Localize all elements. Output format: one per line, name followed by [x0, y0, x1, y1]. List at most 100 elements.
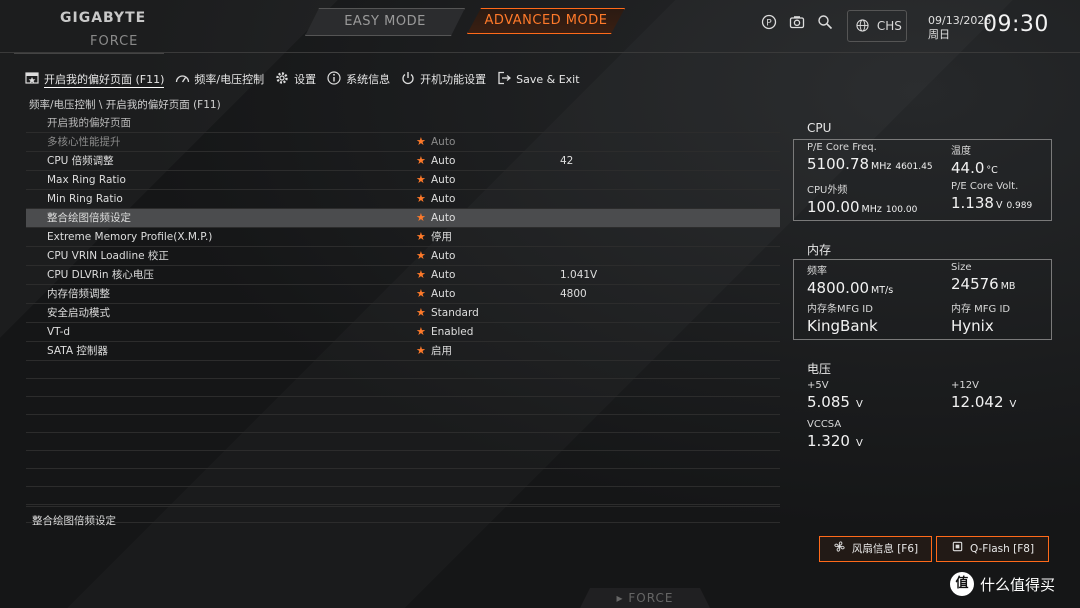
- speedometer-icon: [174, 72, 190, 87]
- fan-info-button[interactable]: 风扇信息 [F6]: [819, 536, 932, 562]
- cpu-panel: P/E Core Freq. 5100.78 MHz 4601.45 温度 44.0…: [793, 139, 1052, 221]
- setting-name: CPU DLVRin 核心电压: [47, 269, 154, 281]
- memory-size-field: Size 24576 MB: [951, 262, 1015, 293]
- setting-name: Max Ring Ratio: [47, 174, 126, 186]
- favorite-star-icon[interactable]: ★: [416, 133, 426, 151]
- memory-stick-mfg-label: 内存条MFG ID: [807, 304, 873, 315]
- setting-value: Auto: [431, 212, 456, 224]
- gigabyte-logo: GIGABYTE FORCE: [14, 4, 164, 54]
- tab-system-info[interactable]: 系统信息: [326, 70, 390, 88]
- setting-row-sata[interactable]: SATA 控制器 ★ 启用: [26, 342, 780, 361]
- weekday-text: 周日: [928, 28, 950, 41]
- tab-save-exit[interactable]: Save & Exit: [496, 70, 580, 88]
- favorite-star-icon[interactable]: ★: [416, 285, 426, 303]
- favorite-star-icon[interactable]: ★: [416, 247, 426, 265]
- setting-row-igpu-ratio[interactable]: 整合绘图倍频设定 ★ Auto: [26, 209, 780, 228]
- cpu-freq-value: 5100.78: [807, 155, 870, 173]
- help-icon[interactable]: P: [758, 14, 780, 36]
- favorite-star-icon[interactable]: ★: [416, 228, 426, 246]
- empty-row: [26, 379, 780, 397]
- voltage-5v-value: 5.085: [807, 393, 850, 411]
- help-text: 整合绘图倍频设定: [32, 515, 116, 527]
- help-divider: [26, 506, 780, 507]
- tab-settings[interactable]: 设置: [274, 70, 316, 88]
- exit-icon: [496, 71, 512, 88]
- memory-chip-mfg-field: 内存 MFG ID Hynix: [951, 300, 1010, 335]
- clock: 09:30: [983, 12, 1049, 37]
- memory-size-label: Size: [951, 262, 972, 273]
- qflash-button[interactable]: Q-Flash [F8]: [936, 536, 1049, 562]
- easy-mode-button[interactable]: EASY MODE: [305, 8, 465, 36]
- mode-switch: EASY MODE ADVANCED MODE: [305, 8, 637, 36]
- search-icon[interactable]: [814, 14, 836, 36]
- tab-freq-voltage-label: 频率/电压控制: [194, 73, 265, 86]
- memory-size-unit: MB: [1000, 281, 1016, 292]
- language-selector[interactable]: CHS: [847, 10, 907, 42]
- memory-freq-field: 频率 4800.00 MT/s: [807, 262, 893, 297]
- main-nav: 开启我的偏好页面 (F11) 频率/电压控制 设置 系统信息 开机功能设置 Sa…: [24, 70, 590, 88]
- cpu-freq-field: P/E Core Freq. 5100.78 MHz 4601.45: [807, 142, 933, 173]
- setting-row-secure-boot[interactable]: 安全启动模式 ★ Standard: [26, 304, 780, 323]
- setting-row-min-ring[interactable]: Min Ring Ratio ★ Auto: [26, 190, 780, 209]
- cpu-volt-unit: V: [995, 200, 1003, 211]
- empty-row: [26, 361, 780, 379]
- tab-boot-label: 开机功能设置: [420, 73, 487, 86]
- cpu-bclk-secondary: 100.00: [885, 205, 918, 215]
- tab-system-info-label: 系统信息: [346, 73, 391, 86]
- gear-icon: [274, 71, 290, 88]
- favorite-star-icon[interactable]: ★: [416, 152, 426, 170]
- cpu-volt-field: P/E Core Volt. 1.138 V 0.989: [951, 181, 1032, 212]
- voltage-12v-label: +12V: [951, 380, 979, 391]
- watermark-badge: 值: [950, 572, 974, 596]
- cpu-freq-unit: MHz: [871, 161, 892, 172]
- camera-icon[interactable]: [786, 14, 808, 36]
- footer-brand-arrow: ▸: [616, 591, 629, 605]
- setting-row-vtd[interactable]: VT-d ★ Enabled: [26, 323, 780, 342]
- setting-name: 安全启动模式: [47, 307, 110, 319]
- voltage-vccsa-label: VCCSA: [807, 419, 842, 430]
- setting-row-multicore[interactable]: 多核心性能提升 ★ Auto: [26, 133, 780, 152]
- empty-row: [26, 469, 780, 487]
- voltage-vccsa-value: 1.320: [807, 432, 850, 450]
- setting-name: CPU VRIN Loadline 校正: [47, 250, 169, 262]
- setting-row-vrin-loadline[interactable]: CPU VRIN Loadline 校正 ★ Auto: [26, 247, 780, 266]
- setting-row-xmp[interactable]: Extreme Memory Profile(X.M.P.) ★ 停用: [26, 228, 780, 247]
- voltage-vccsa-unit: V: [855, 438, 863, 449]
- setting-value: Auto: [431, 288, 456, 300]
- favorite-star-icon[interactable]: ★: [416, 342, 426, 360]
- favorite-star-icon[interactable]: ★: [416, 190, 426, 208]
- info-icon: [326, 70, 342, 88]
- voltage-12v-value: 12.042: [951, 393, 1004, 411]
- tab-boot[interactable]: 开机功能设置: [400, 70, 486, 88]
- top-toolbar: P: [758, 14, 836, 36]
- setting-current: 4800: [560, 288, 587, 300]
- setting-row-memory-ratio[interactable]: 内存倍频调整 ★ Auto 4800: [26, 285, 780, 304]
- favorite-star-icon[interactable]: ★: [416, 304, 426, 322]
- setting-row-dlvrin-voltage[interactable]: CPU DLVRin 核心电压 ★ Auto 1.041V: [26, 266, 780, 285]
- advanced-mode-button[interactable]: ADVANCED MODE: [467, 8, 625, 34]
- favorite-star-icon[interactable]: ★: [416, 209, 426, 227]
- setting-value: Enabled: [431, 326, 474, 338]
- favorite-star-icon[interactable]: ★: [416, 266, 426, 284]
- favorite-star-icon[interactable]: ★: [416, 323, 426, 341]
- setting-name: Min Ring Ratio: [47, 193, 123, 205]
- setting-name: 整合绘图倍频设定: [47, 212, 131, 224]
- voltage-5v-unit: V: [855, 399, 863, 410]
- setting-row-cpu-ratio[interactable]: CPU 倍频调整 ★ Auto 42: [26, 152, 780, 171]
- empty-row: [26, 487, 780, 505]
- watermark: 值 什么值得买: [950, 572, 1055, 596]
- cpu-volt-label: P/E Core Volt.: [951, 181, 1019, 192]
- favorite-star-icon[interactable]: ★: [416, 171, 426, 189]
- tab-favorites[interactable]: 开启我的偏好页面 (F11): [24, 70, 165, 88]
- tab-save-exit-label: Save & Exit: [516, 72, 580, 86]
- setting-value: 停用: [431, 231, 452, 243]
- tab-favorites-label: 开启我的偏好页面 (F11): [44, 72, 165, 88]
- brand-text: GIGABYTE: [60, 10, 147, 26]
- section-header-label: 开启我的偏好页面: [47, 117, 131, 129]
- setting-row-max-ring[interactable]: Max Ring Ratio ★ Auto: [26, 171, 780, 190]
- memory-stick-mfg-value: KingBank: [807, 317, 878, 335]
- cpu-temp-unit: °C: [986, 165, 998, 176]
- tab-freq-voltage[interactable]: 频率/电压控制: [174, 70, 264, 88]
- voltage-5v-label: +5V: [807, 380, 829, 391]
- favorites-icon: [24, 71, 40, 87]
